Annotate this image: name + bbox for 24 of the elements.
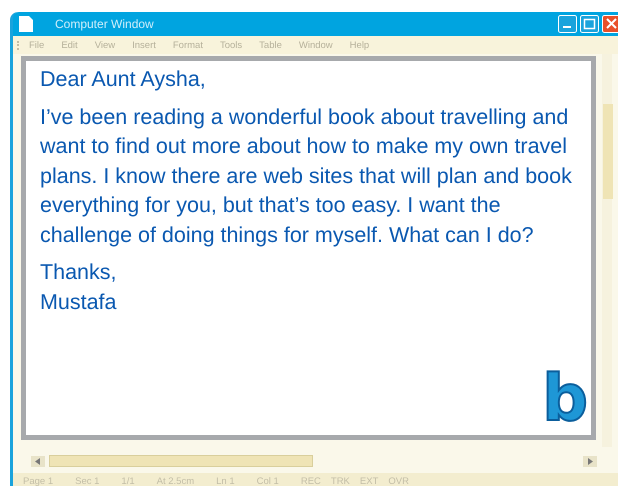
scrollbar-thumb[interactable] — [49, 455, 313, 467]
greeting-text: Dear Aunt Aysha, — [40, 66, 207, 93]
menu-item[interactable]: Tools — [220, 40, 242, 50]
menu-item[interactable]: File — [29, 40, 44, 50]
logo: b — [542, 369, 588, 429]
scroll-left-button[interactable] — [31, 456, 45, 466]
window-title: Computer Window — [55, 17, 154, 31]
scroll-right-button[interactable] — [583, 456, 597, 466]
minimize-button[interactable] — [558, 15, 577, 33]
close-button[interactable] — [602, 15, 618, 33]
signature-text: Mustafa — [40, 290, 116, 314]
vertical-scrollbar[interactable] — [602, 54, 612, 447]
menu-item[interactable]: Table — [259, 40, 282, 50]
closing-text: Thanks, — [40, 260, 116, 284]
menu-item[interactable]: Help — [350, 40, 370, 50]
menu-item[interactable]: Format — [172, 40, 203, 50]
maximize-button[interactable] — [580, 15, 599, 33]
menu-item[interactable]: View — [94, 40, 116, 50]
menu-item[interactable]: Window — [298, 40, 333, 50]
letter-body: I’ve been reading a wonderful book about travelling and want to find out more about how to make my own travel plans. I know there are web sites that will plan and book everything for you, but that’s too easy. I want the challenge of doing things for myself. What can I do? — [40, 104, 573, 248]
grip-icon — [17, 40, 21, 50]
document-icon — [19, 16, 33, 32]
menu-item[interactable]: Edit — [61, 40, 78, 50]
menu-item[interactable]: Insert — [132, 40, 156, 50]
